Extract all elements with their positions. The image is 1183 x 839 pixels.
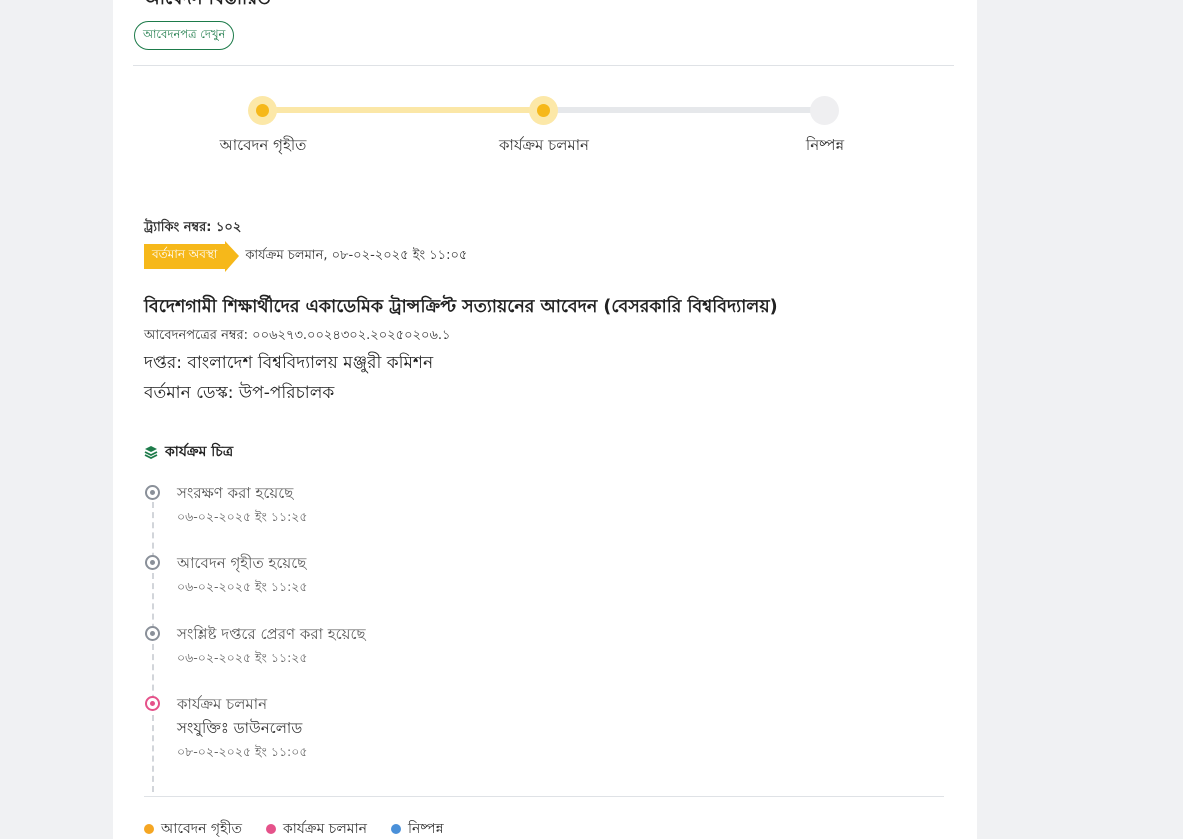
legend-dot-icon xyxy=(390,824,401,834)
page-title: আবেদন বিস্তারিত xyxy=(144,0,271,15)
timeline-rail xyxy=(152,502,154,792)
event-time: ০৬-০২-২০২৫ ইং ১১:২৫ xyxy=(177,509,308,524)
step-received-dot xyxy=(248,96,277,125)
event-time: ০৬-০২-২০২৫ ইং ১১:২৫ xyxy=(177,579,308,594)
legend-dot-icon xyxy=(265,824,276,834)
status-tag: বর্তমান অবস্থা xyxy=(144,240,240,272)
legend-item-in-progress: কার্যক্রম চলমান xyxy=(265,817,367,839)
event-dot-icon xyxy=(145,555,160,570)
progress-line-remaining xyxy=(544,107,825,113)
tracking-number: ট্র্যাকিং নম্বর: ১০২ xyxy=(144,220,242,235)
current-desk: বর্তমান ডেস্ক: উপ-পরিচালক xyxy=(144,383,335,403)
step-in-progress-label: কার্যক্রম চলমান xyxy=(498,136,590,154)
application-number: আবেদনপত্রের নম্বর: ০০৬২৭৩.০০২৪৩০২.২০২৫০২… xyxy=(144,328,451,343)
attachment-download-link[interactable]: সংযুক্তিঃ ডাউনলোড xyxy=(177,717,302,742)
layers-icon xyxy=(144,446,158,459)
event-title: আবেদন গৃহীত হয়েছে xyxy=(177,554,307,572)
divider xyxy=(133,65,954,66)
activity-chart-heading: কার্যক্রম চিত্র xyxy=(144,440,233,464)
step-received-label: আবেদন গৃহীত xyxy=(219,136,307,154)
legend-label: কার্যক্রম চলমান xyxy=(282,821,367,837)
legend-item-received: আবেদন গৃহীত xyxy=(144,817,242,839)
legend-label: আবেদন গৃহীত xyxy=(161,821,242,837)
event-title: সংশ্লিষ্ট দপ্তরে প্রেরণ করা হয়েছে xyxy=(177,625,366,643)
event-dot-icon xyxy=(145,696,160,711)
status-text: কার্যক্রম চলমান, ০৮-০২-২০২৫ ইং ১১:০৫ xyxy=(245,247,468,263)
divider xyxy=(144,796,944,797)
progress-stepper: আবেদন গৃহীত কার্যক্রম চলমান নিষ্পন্ন xyxy=(113,95,977,165)
legend-label: নিষ্পন্ন xyxy=(407,821,444,837)
step-completed-label: নিষ্পন্ন xyxy=(805,136,845,154)
activity-chart-title: কার্যক্রম চিত্র xyxy=(165,444,234,460)
application-card: আবেদন বিস্তারিত আবেদনপত্র দেখুন আবেদন গৃ… xyxy=(113,0,977,839)
status-legend: আবেদন গৃহীত কার্যক্রম চলমান নিষ্পন্ন xyxy=(144,817,468,839)
legend-item-completed: নিষ্পন্ন xyxy=(390,817,444,839)
event-dot-icon xyxy=(145,485,160,500)
progress-line-completed xyxy=(263,107,544,113)
event-time: ০৮-০২-২০২৫ ইং ১১:০৫ xyxy=(177,744,308,759)
event-dot-icon xyxy=(145,626,160,641)
event-title: সংরক্ষণ করা হয়েছে xyxy=(177,484,294,502)
step-in-progress-dot xyxy=(529,96,558,125)
event-time: ০৬-০২-২০২৫ ইং ১১:২৫ xyxy=(177,650,308,665)
view-application-button[interactable]: আবেদনপত্র দেখুন xyxy=(134,21,235,50)
current-status: বর্তমান অবস্থা কার্যক্রম চলমান, ০৮-০২-২০… xyxy=(144,240,468,272)
step-completed-dot xyxy=(810,96,839,125)
application-title: বিদেশগামী শিক্ষার্থীদের একাডেমিক ট্রান্স… xyxy=(144,297,778,317)
legend-dot-icon xyxy=(144,824,154,834)
event-title: কার্যক্রম চলমান xyxy=(177,695,268,713)
office-name: দপ্তর: বাংলাদেশ বিশ্ববিদ্যালয় মঞ্জুরী ক… xyxy=(144,353,434,373)
